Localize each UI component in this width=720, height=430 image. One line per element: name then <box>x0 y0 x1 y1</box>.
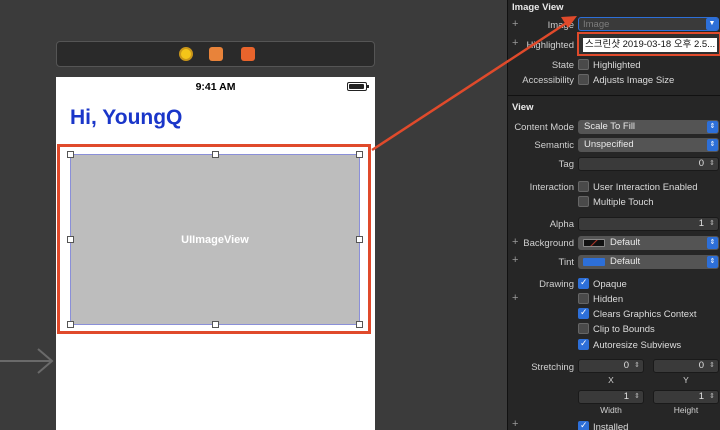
image-dropdown: 스크린샷 2019-03-18 오후 2.5... <box>577 32 720 56</box>
resize-handle-bottom[interactable] <box>212 321 219 328</box>
scene-dock <box>56 41 375 67</box>
popup-chevron-icon: ⇕ <box>707 237 718 249</box>
image-placeholder: Image <box>583 19 610 30</box>
divider <box>508 95 720 96</box>
resize-handle-right[interactable] <box>356 236 363 243</box>
stepper-icon[interactable]: ⇕ <box>707 360 717 372</box>
status-time: 9:41 AM <box>195 81 236 93</box>
navigation-title[interactable]: Hi, YoungQ <box>70 106 182 130</box>
adjusts-image-size-option: Adjusts Image Size <box>593 75 675 86</box>
stretch-y-field[interactable]: 0 ⇕ <box>653 359 719 373</box>
stretching-label: Stretching <box>531 362 574 373</box>
multiple-touch-checkbox[interactable] <box>578 196 589 207</box>
highlighted-checkbox[interactable] <box>578 59 589 70</box>
image-field[interactable]: Image ▼ <box>578 17 719 31</box>
tint-label: Tint <box>558 257 574 268</box>
stretch-x-label: X <box>608 375 614 385</box>
tag-field[interactable]: 0 ⇕ <box>578 157 719 171</box>
stepper-icon[interactable]: ⇕ <box>707 391 717 403</box>
opaque-option: Opaque <box>593 279 627 290</box>
alpha-field[interactable]: 1 ⇕ <box>578 217 719 231</box>
interaction-label: Interaction <box>529 182 574 193</box>
multiple-touch-option: Multiple Touch <box>593 197 654 208</box>
installed-checkbox[interactable] <box>578 420 589 430</box>
stretch-height-label: Height <box>673 405 699 415</box>
image-view-section-title: Image View <box>512 2 564 13</box>
content-mode-value: Scale To Fill <box>584 121 636 132</box>
user-interaction-checkbox[interactable] <box>578 181 589 192</box>
semantic-label: Semantic <box>534 140 574 151</box>
image-view-label: UIImageView <box>181 234 249 246</box>
adjusts-image-size-checkbox[interactable] <box>578 74 589 85</box>
image-dropdown-item[interactable]: 스크린샷 2019-03-18 오후 2.5... <box>583 38 717 52</box>
stretch-height-field[interactable]: 1 ⇕ <box>653 390 719 404</box>
popup-chevron-icon: ⇕ <box>707 139 718 151</box>
drawing-label: Drawing <box>539 279 574 290</box>
autoresize-subviews-option: Autoresize Subviews <box>593 340 682 351</box>
stretch-width-label: Width <box>600 405 622 415</box>
autoresize-subviews-checkbox[interactable] <box>578 338 589 350</box>
highlighted-option: Highlighted <box>593 60 641 71</box>
clears-graphics-checkbox[interactable] <box>578 307 589 319</box>
attributes-inspector: Image View + Image Image ▼ + Highlighted… <box>507 0 720 430</box>
view-section-title: View <box>512 102 534 113</box>
clears-graphics-option: Clears Graphics Context <box>593 309 697 320</box>
tint-swatch <box>583 258 605 266</box>
tint-value: Default <box>610 256 641 267</box>
highlighted-label: Highlighted <box>526 40 574 51</box>
alpha-value: 1 <box>698 218 704 229</box>
first-responder-icon[interactable] <box>209 47 223 61</box>
hidden-option: Hidden <box>593 294 624 305</box>
stretch-width-field[interactable]: 1 ⇕ <box>578 390 644 404</box>
semantic-value: Unspecified <box>584 139 634 150</box>
opaque-checkbox[interactable] <box>578 277 589 289</box>
image-view[interactable]: UIImageView <box>67 151 363 328</box>
image-label: Image <box>547 20 574 31</box>
popup-chevron-icon: ⇕ <box>707 121 718 133</box>
stretch-width-value: 1 <box>623 391 629 402</box>
tag-label: Tag <box>558 159 574 170</box>
stretch-y-label: Y <box>683 375 689 385</box>
add-hidden-variant-button[interactable]: + <box>512 292 518 304</box>
stepper-icon[interactable]: ⇕ <box>707 158 717 170</box>
stretch-x-field[interactable]: 0 ⇕ <box>578 359 644 373</box>
entry-point-arrow-icon <box>0 348 54 374</box>
alpha-label: Alpha <box>549 219 574 230</box>
battery-icon <box>347 82 369 91</box>
stepper-icon[interactable]: ⇕ <box>707 218 717 230</box>
xcode-storyboard-window: 9:41 AM Hi, YoungQ UIImageView Image Vie… <box>0 0 720 430</box>
view-controller-icon[interactable] <box>179 47 193 61</box>
resize-handle-top-left[interactable] <box>67 151 74 158</box>
resize-handle-top[interactable] <box>212 151 219 158</box>
resize-handle-top-right[interactable] <box>356 151 363 158</box>
stretch-y-value: 0 <box>698 360 704 371</box>
clip-to-bounds-checkbox[interactable] <box>578 323 589 334</box>
stepper-icon[interactable]: ⇕ <box>632 360 642 372</box>
installed-option: Installed <box>593 422 629 430</box>
stepper-icon[interactable]: ⇕ <box>632 391 642 403</box>
resize-handle-bottom-left[interactable] <box>67 321 74 328</box>
exit-icon[interactable] <box>241 47 255 61</box>
add-installed-variant-button[interactable]: + <box>512 418 518 430</box>
resize-handle-bottom-right[interactable] <box>356 321 363 328</box>
clip-to-bounds-option: Clip to Bounds <box>593 324 655 335</box>
accessibility-label: Accessibility <box>522 75 574 86</box>
tint-popup[interactable]: Default ⇕ <box>578 255 719 269</box>
user-interaction-option: User Interaction Enabled <box>593 182 698 193</box>
tag-value: 0 <box>698 158 704 169</box>
state-label: State <box>551 60 574 71</box>
background-value: Default <box>610 237 641 248</box>
stretch-x-value: 0 <box>623 360 629 371</box>
stretch-height-value: 1 <box>698 391 704 402</box>
background-label: Background <box>523 238 574 249</box>
content-mode-label: Content Mode <box>514 122 574 133</box>
content-mode-popup[interactable]: Scale To Fill ⇕ <box>578 120 719 134</box>
chevron-down-icon[interactable]: ▼ <box>706 18 718 30</box>
popup-chevron-icon: ⇕ <box>707 256 718 268</box>
hidden-checkbox[interactable] <box>578 293 589 304</box>
semantic-popup[interactable]: Unspecified ⇕ <box>578 138 719 152</box>
background-swatch <box>583 239 605 247</box>
background-popup[interactable]: Default ⇕ <box>578 236 719 250</box>
resize-handle-left[interactable] <box>67 236 74 243</box>
